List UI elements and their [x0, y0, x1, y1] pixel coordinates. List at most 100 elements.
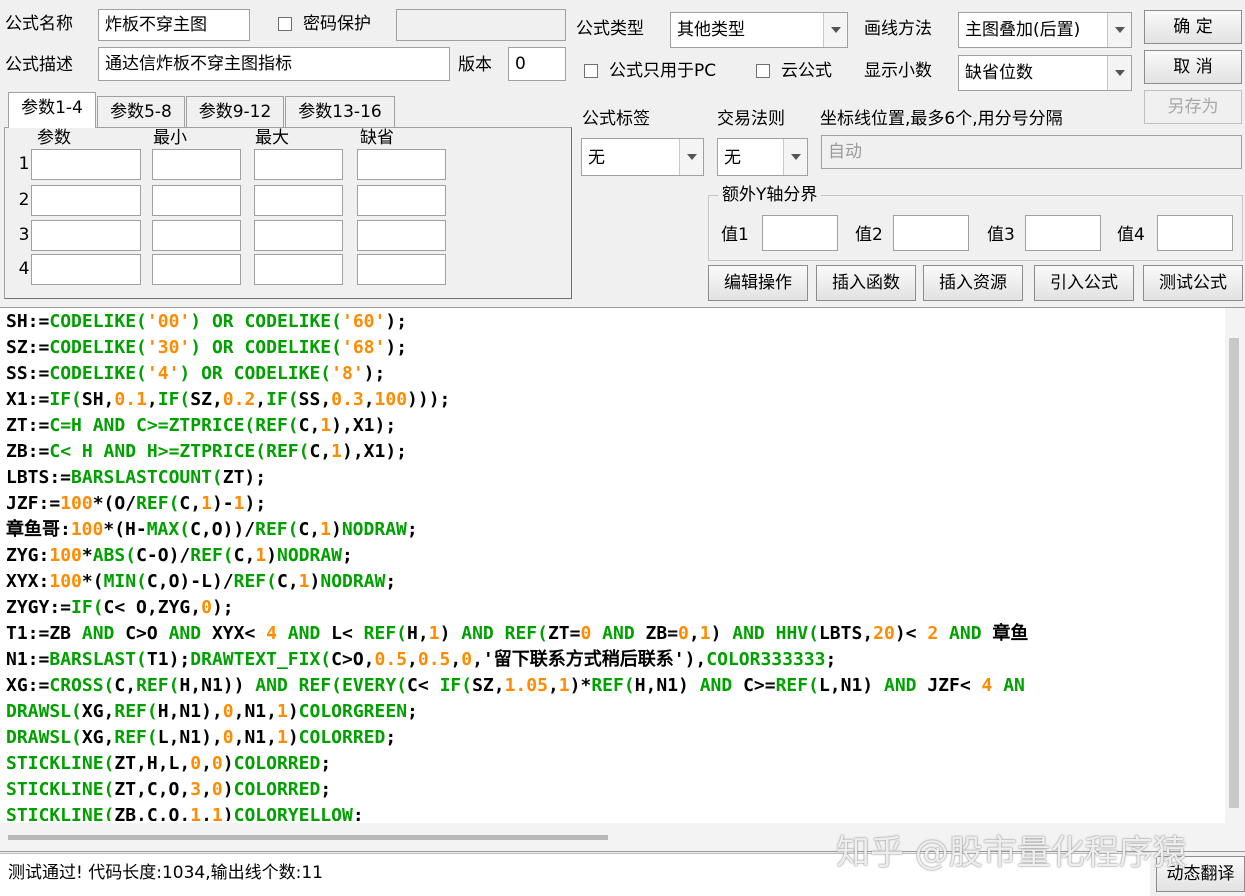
formula-tag-select[interactable]: 无	[581, 138, 704, 176]
param-1-max[interactable]	[254, 149, 343, 180]
y-value-2-input[interactable]	[893, 215, 969, 251]
param-4-min[interactable]	[152, 254, 241, 285]
coord-line-input[interactable]: 自动	[821, 135, 1242, 169]
edit-ops-button[interactable]: 编辑操作	[708, 265, 808, 301]
param-1-name[interactable]	[31, 149, 141, 180]
code-line[interactable]: T1:=ZB AND C>O AND XYX< 4 AND L< REF(H,1…	[6, 621, 1223, 647]
code-token: REF(	[255, 415, 299, 436]
param-4-name[interactable]	[31, 254, 141, 285]
version-input[interactable]: 0	[508, 47, 566, 81]
code-line[interactable]: STICKLINE(ZT,C,O,3,0)COLORRED;	[6, 777, 1223, 803]
code-token: );	[385, 311, 408, 332]
code-token: 0	[211, 753, 223, 774]
vertical-scrollbar[interactable]	[1225, 308, 1245, 851]
code-token: 20	[873, 623, 895, 644]
formula-type-select[interactable]: 其他类型	[670, 12, 848, 48]
param-1-min[interactable]	[152, 149, 241, 180]
param-3-default[interactable]	[357, 220, 446, 251]
formula-type-label: 公式类型	[576, 19, 644, 39]
code-token: BARSLASTCOUNT(	[71, 467, 223, 488]
code-token: '60'	[342, 311, 386, 332]
code-line[interactable]: SH:=CODELIKE('00') OR CODELIKE('60');	[6, 309, 1223, 335]
code-token: 1	[201, 493, 212, 514]
code-line[interactable]: XG:=CROSS(C,REF(H,N1)) AND REF(EVERY(C< …	[6, 673, 1223, 699]
formula-name-input[interactable]: 炸板不穿主图	[98, 9, 250, 41]
code-editor[interactable]: SH:=CODELIKE('00') OR CODELIKE('60'); SZ:…	[0, 307, 1245, 852]
code-line[interactable]: ZB:=C< H AND H>=ZTPRICE(REF(C,1),X1);	[6, 439, 1223, 465]
cloud-formula-checkbox[interactable]	[756, 64, 770, 78]
param-2-default[interactable]	[357, 185, 446, 216]
code-line[interactable]: JZF:=100*(O/REF(C,1)-1);	[6, 491, 1223, 517]
param-1-default[interactable]	[357, 149, 446, 180]
code-line[interactable]: N1:=BARSLAST(T1);DRAWTEXT_FIX(C>O,0.5,0.…	[6, 647, 1223, 673]
code-line[interactable]: DRAWSL(XG,REF(L,N1),0,N1,1)COLORRED;	[6, 725, 1223, 751]
code-token: );	[244, 493, 267, 514]
param-3-name[interactable]	[31, 220, 141, 251]
code-line[interactable]: ZT:=C=H AND C>=ZTPRICE(REF(C,1),X1);	[6, 413, 1223, 439]
code-token: '00'	[146, 311, 191, 332]
param-2-max[interactable]	[254, 185, 343, 216]
tab-params-13-16[interactable]: 参数13-16	[285, 96, 395, 127]
password-checkbox[interactable]	[278, 17, 292, 31]
code-line[interactable]: STICKLINE(ZT,H,L,0,0)COLORRED;	[6, 751, 1223, 777]
param-4-default[interactable]	[357, 254, 446, 285]
code-token: ZT,C,O,	[114, 779, 191, 800]
code-line[interactable]: ZYG:100*ABS(C-O)/REF(C,1)NODRAW;	[6, 543, 1223, 569]
password-input[interactable]	[396, 9, 566, 41]
insert-function-button[interactable]: 插入函数	[816, 265, 916, 301]
code-line[interactable]: XYX:100*(MIN(C,O)-L)/REF(C,1)NODRAW;	[6, 569, 1223, 595]
y-value-3-input[interactable]	[1025, 215, 1101, 251]
tab-params-5-8[interactable]: 参数5-8	[97, 96, 185, 127]
chevron-down-icon[interactable]	[679, 139, 703, 175]
formula-desc-input[interactable]: 通达信炸板不穿主图指标	[98, 47, 450, 81]
y-value-4-input[interactable]	[1157, 215, 1233, 251]
code-line[interactable]: LBTS:=BARSLASTCOUNT(ZT);	[6, 465, 1223, 491]
code-token: XG,	[81, 701, 115, 722]
tab-params-9-12[interactable]: 参数9-12	[186, 96, 284, 127]
code-token: NODRAW	[341, 519, 407, 540]
code-line[interactable]: SS:=CODELIKE('4') OR CODELIKE('8');	[6, 361, 1223, 387]
code-token: ;	[320, 753, 332, 774]
draw-method-select[interactable]: 主图叠加(后置)	[958, 12, 1132, 48]
chevron-down-icon[interactable]	[823, 13, 847, 47]
code-line[interactable]: SZ:=CODELIKE('30') OR CODELIKE('68');	[6, 335, 1223, 361]
code-token: 0.5	[417, 649, 451, 670]
decimal-select[interactable]: 缺省位数	[958, 55, 1132, 91]
code-token: ,	[450, 649, 462, 670]
vertical-scroll-thumb[interactable]	[1229, 338, 1239, 808]
tab-params-1-4[interactable]: 参数1-4	[8, 92, 96, 128]
code-line[interactable]: STICKLINE(ZB,C,O,1,1)COLORYELLOW;	[6, 803, 1223, 821]
code-token: CODELIKE(	[49, 337, 147, 358]
ok-button[interactable]: 确 定	[1144, 10, 1242, 44]
code-lines[interactable]: SH:=CODELIKE('00') OR CODELIKE('60'); SZ:…	[6, 309, 1223, 821]
code-token: ZT=	[547, 623, 581, 644]
y-value-1-input[interactable]	[762, 215, 838, 251]
code-token: COLORGREEN	[298, 701, 408, 722]
cancel-button[interactable]: 取 消	[1144, 50, 1242, 84]
horizontal-scroll-thumb[interactable]	[8, 835, 608, 840]
chevron-down-icon[interactable]	[1107, 13, 1131, 47]
code-token: 1	[276, 727, 288, 748]
save-as-button[interactable]: 另存为	[1144, 90, 1242, 124]
param-2-name[interactable]	[31, 185, 141, 216]
import-formula-button[interactable]: 引入公式	[1034, 265, 1134, 301]
test-formula-button[interactable]: 测试公式	[1143, 265, 1243, 301]
param-row-number: 2	[18, 190, 30, 210]
code-line[interactable]: X1:=IF(SH,0.1,IF(SZ,0.2,IF(SS,0.3,100)))…	[6, 387, 1223, 413]
param-4-max[interactable]	[254, 254, 343, 285]
pc-only-checkbox[interactable]	[584, 64, 598, 78]
insert-resource-button[interactable]: 插入资源	[923, 265, 1023, 301]
param-2-min[interactable]	[152, 185, 241, 216]
chevron-down-icon[interactable]	[1107, 56, 1131, 90]
code-line[interactable]: ZYGY:=IF(C< O,ZYG,0);	[6, 595, 1223, 621]
chevron-down-icon[interactable]	[783, 139, 807, 175]
code-line[interactable]: 章鱼哥:100*(H-MAX(C,O))/REF(C,1)NODRAW;	[6, 517, 1223, 543]
code-token: T1);	[146, 649, 191, 670]
trade-rule-select[interactable]: 无	[717, 138, 808, 176]
code-token: SS:=	[6, 363, 50, 384]
param-3-max[interactable]	[254, 220, 343, 251]
code-token: C,O)-L)/	[146, 571, 234, 592]
code-token: 0	[678, 623, 689, 644]
code-line[interactable]: DRAWSL(XG,REF(H,N1),0,N1,1)COLORGREEN;	[6, 699, 1223, 725]
param-3-min[interactable]	[152, 220, 241, 251]
